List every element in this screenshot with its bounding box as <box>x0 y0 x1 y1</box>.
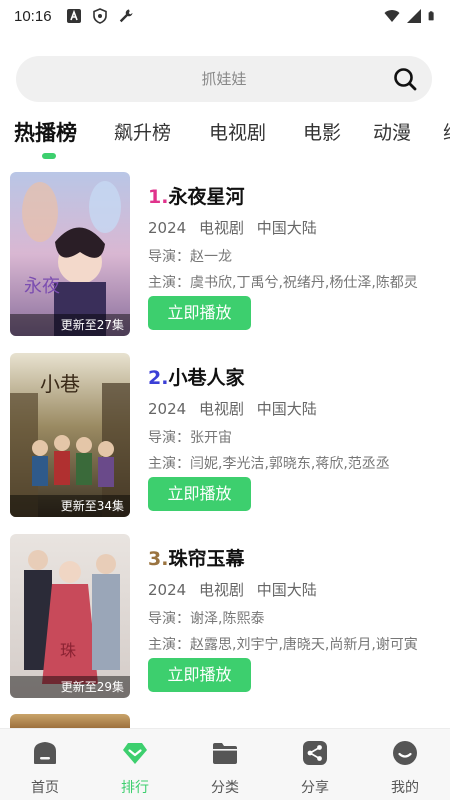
svg-text:珠: 珠 <box>60 641 76 660</box>
search-icon[interactable] <box>392 66 418 92</box>
item-type: 电视剧 <box>198 581 244 599</box>
poster-image[interactable]: 小巷 更新至34集 <box>10 353 130 517</box>
list-item[interactable]: 永夜 更新至27集 1.永夜星河 2024 电视剧 中国大陆 导演：赵一龙 主演… <box>0 172 450 342</box>
nav-label: 排行 <box>121 780 149 796</box>
tab-tv[interactable]: 电视剧 <box>209 118 266 145</box>
status-icons-right <box>384 8 438 24</box>
tab-variety[interactable]: 综 <box>443 118 450 145</box>
tab-anime[interactable]: 动漫 <box>373 118 411 145</box>
rank-number: 2. <box>148 367 169 389</box>
status-icons-left <box>66 8 134 24</box>
nav-label: 分类 <box>211 780 239 796</box>
svg-text:小巷: 小巷 <box>40 372 80 396</box>
tab-hot[interactable]: 热播榜 <box>14 117 77 147</box>
profile-icon <box>393 741 417 765</box>
item-year: 2024 <box>148 219 187 237</box>
wifi-icon <box>384 10 400 22</box>
item-title: 小巷人家 <box>168 367 245 389</box>
item-meta: 2024 电视剧 中国大陆 <box>148 398 317 419</box>
item-title: 永夜星河 <box>168 186 245 208</box>
rank-number: 3. <box>148 548 169 570</box>
item-region: 中国大陆 <box>256 219 317 237</box>
svg-text:永夜: 永夜 <box>24 276 60 297</box>
signal-icon <box>407 9 421 23</box>
item-title-row[interactable]: 2.小巷人家 <box>148 363 244 390</box>
item-meta: 2024 电视剧 中国大陆 <box>148 217 317 238</box>
list-item[interactable]: 小巷 更新至34集 2.小巷人家 2024 电视剧 中国大陆 导演：张开宙 主演… <box>0 353 450 523</box>
search-bar[interactable]: 抓娃娃 <box>16 56 432 102</box>
item-region: 中国大陆 <box>256 400 317 418</box>
nav-category[interactable]: 分类 <box>180 729 270 800</box>
status-bar: 10:16 <box>0 0 450 32</box>
item-cast: 主演：闫妮,李光洁,郭晓东,蒋欣,范丞丞 <box>148 456 390 472</box>
episode-badge: 更新至27集 <box>10 314 130 336</box>
item-title-row[interactable]: 3.珠帘玉幕 <box>148 544 244 571</box>
play-button[interactable]: 立即播放 <box>148 477 251 511</box>
nav-profile[interactable]: 我的 <box>360 729 450 800</box>
item-director: 导演：赵一龙 <box>148 249 232 265</box>
item-director: 导演：张开宙 <box>148 430 232 446</box>
poster-art: 小巷 <box>10 353 130 517</box>
tab-rising[interactable]: 飙升榜 <box>114 118 171 145</box>
nav-label: 分享 <box>301 780 329 796</box>
wrench-icon <box>119 9 133 23</box>
poster-image[interactable]: 珠 更新至29集 <box>10 534 130 698</box>
item-year: 2024 <box>148 581 187 599</box>
status-time: 10:16 <box>14 7 52 25</box>
tab-indicator <box>42 153 56 159</box>
poster-art: 珠 <box>10 534 130 698</box>
bottom-nav: 首页 排行 分类 分享 我的 <box>0 728 450 800</box>
list-item[interactable]: 珠 更新至29集 3.珠帘玉幕 2024 电视剧 中国大陆 导演：谢泽,陈熙泰 … <box>0 534 450 704</box>
category-tabs: 热播榜 飙升榜 电视剧 电影 动漫 综 <box>0 112 450 162</box>
episode-badge: 更新至29集 <box>10 676 130 698</box>
shield-icon <box>92 8 107 24</box>
folder-icon <box>213 743 237 764</box>
share-icon <box>303 741 327 765</box>
diamond-icon <box>123 743 147 764</box>
nav-home[interactable]: 首页 <box>0 729 90 800</box>
nav-ranking[interactable]: 排行 <box>90 729 180 800</box>
nav-share[interactable]: 分享 <box>270 729 360 800</box>
item-director: 导演：谢泽,陈熙泰 <box>148 611 265 627</box>
item-cast: 主演：赵露思,刘宇宁,唐晓天,尚新月,谢可寅 <box>148 637 418 653</box>
poster-art: 永夜 <box>10 172 130 336</box>
nav-label: 我的 <box>391 780 419 796</box>
search-placeholder: 抓娃娃 <box>201 70 247 88</box>
nav-label: 首页 <box>31 780 59 796</box>
play-button[interactable]: 立即播放 <box>148 296 251 330</box>
app-screen: 10:16 抓娃娃 热播榜 飙升榜 电视剧 电影 动漫 永夜 更新至27集 1.… <box>0 0 450 800</box>
battery-icon <box>428 11 434 21</box>
item-meta: 2024 电视剧 中国大陆 <box>148 579 317 600</box>
item-title-row[interactable]: 1.永夜星河 <box>148 182 244 209</box>
item-cast: 主演：虞书欣,丁禹兮,祝绪丹,杨仕泽,陈都灵 <box>148 275 418 291</box>
play-button[interactable]: 立即播放 <box>148 658 251 692</box>
tab-movie[interactable]: 电影 <box>303 118 341 145</box>
item-type: 电视剧 <box>198 400 244 418</box>
episode-badge: 更新至34集 <box>10 495 130 517</box>
home-icon <box>34 742 56 764</box>
item-region: 中国大陆 <box>256 581 317 599</box>
item-type: 电视剧 <box>198 219 244 237</box>
item-title: 珠帘玉幕 <box>168 548 245 570</box>
rank-number: 1. <box>148 186 169 208</box>
notification-a-icon <box>66 9 81 23</box>
item-year: 2024 <box>148 400 187 418</box>
poster-image[interactable]: 永夜 更新至27集 <box>10 172 130 336</box>
